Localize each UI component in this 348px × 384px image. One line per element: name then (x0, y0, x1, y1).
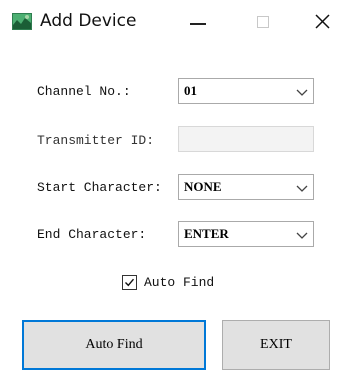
minimize-button[interactable] (178, 8, 218, 36)
title-bar[interactable]: Add Device (0, 0, 348, 44)
end-character-select[interactable]: ENTER (178, 221, 314, 247)
chevron-down-icon (296, 232, 308, 239)
start-character-select[interactable]: NONE (178, 174, 314, 200)
channel-select[interactable]: 01 (178, 78, 314, 104)
start-character-value: NONE (184, 179, 222, 194)
auto-find-checkbox[interactable] (122, 275, 137, 290)
add-device-window: Add Device Channel No.: 01 Transmitter I… (0, 0, 348, 384)
chevron-down-icon (296, 89, 308, 96)
app-icon (12, 13, 32, 30)
chevron-down-icon (296, 185, 308, 192)
channel-label: Channel No.: (37, 84, 131, 99)
auto-find-checkbox-label: Auto Find (144, 275, 215, 290)
channel-value: 01 (184, 83, 197, 98)
checkmark-icon (125, 278, 135, 287)
minimize-icon (190, 23, 206, 25)
start-character-label: Start Character: (37, 180, 162, 195)
transmitter-id-field[interactable] (178, 126, 314, 152)
maximize-icon (257, 16, 269, 28)
transmitter-label: Transmitter ID: (37, 133, 155, 148)
close-icon (315, 14, 330, 29)
auto-find-button[interactable]: Auto Find (22, 320, 206, 370)
end-character-value: ENTER (184, 226, 229, 241)
end-character-label: End Character: (37, 227, 147, 242)
maximize-button[interactable] (242, 8, 282, 36)
close-button[interactable] (302, 8, 342, 36)
window-title: Add Device (40, 11, 137, 31)
exit-button[interactable]: EXIT (222, 320, 330, 370)
